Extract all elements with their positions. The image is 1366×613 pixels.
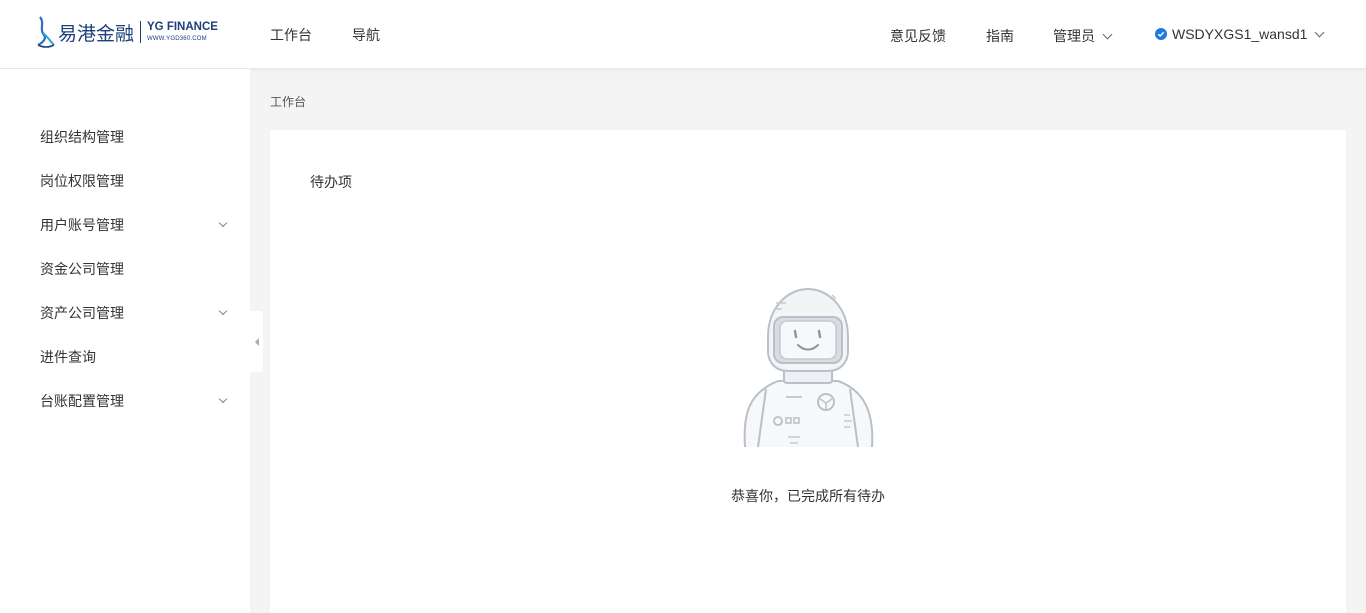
sidebar-item-label: 用户账号管理	[40, 218, 124, 234]
logo-chinese-text: 易港金融	[58, 22, 135, 45]
sidebar-collapse-button[interactable]	[250, 311, 263, 372]
logo-english: YG FINANCE WWW.YGD360.COM	[147, 22, 218, 42]
admin-label: 管理员	[1053, 29, 1095, 45]
logo-english-text: YG FINANCE	[147, 21, 218, 34]
chevron-down-icon	[218, 306, 228, 316]
verified-check-icon	[1155, 28, 1167, 40]
sidebar-item-label: 组织结构管理	[40, 130, 124, 146]
astronaut-empty-icon	[740, 285, 876, 451]
sidebar-item-label: 资金公司管理	[40, 262, 124, 278]
admin-dropdown[interactable]: 管理员	[1053, 26, 1113, 46]
todo-title: 待办项	[310, 175, 352, 191]
breadcrumb: 工作台	[270, 95, 307, 109]
nav-workbench[interactable]: 工作台	[270, 25, 312, 45]
todo-card: 待办项 恭喜你，已完成所有待办	[270, 130, 1346, 613]
chevron-down-icon	[1314, 27, 1325, 37]
logo-mark-icon	[36, 15, 56, 49]
sidebar-item-position-permissions[interactable]: 岗位权限管理	[0, 159, 250, 203]
sidebar: 组织结构管理 岗位权限管理 用户账号管理 资金公司管理 资产公司管理 进件查询 …	[0, 69, 250, 613]
logo-url-text: WWW.YGD360.COM	[147, 35, 207, 42]
sidebar-item-label: 岗位权限管理	[40, 174, 124, 190]
sidebar-item-fund-companies[interactable]: 资金公司管理	[0, 247, 250, 291]
sidebar-item-label: 台账配置管理	[40, 394, 124, 410]
top-header: 易港金融 YG FINANCE WWW.YGD360.COM 工作台 导航 意见…	[0, 0, 1366, 69]
username-label: WSDYXGS1_wansd1	[1172, 26, 1308, 42]
sidebar-item-ledger-config[interactable]: 台账配置管理	[0, 379, 250, 423]
chevron-down-icon	[218, 218, 228, 228]
caret-left-icon	[254, 337, 259, 346]
nav-navigation[interactable]: 导航	[352, 25, 380, 45]
sidebar-item-org-structure[interactable]: 组织结构管理	[0, 115, 250, 159]
sidebar-item-label: 进件查询	[40, 350, 96, 366]
sidebar-item-user-accounts[interactable]: 用户账号管理	[0, 203, 250, 247]
top-nav: 工作台 导航	[270, 0, 420, 69]
empty-state-message: 恭喜你，已完成所有待办	[731, 489, 885, 505]
sidebar-menu: 组织结构管理 岗位权限管理 用户账号管理 资金公司管理 资产公司管理 进件查询 …	[0, 115, 250, 423]
sidebar-item-asset-companies[interactable]: 资产公司管理	[0, 291, 250, 335]
sidebar-item-application-query[interactable]: 进件查询	[0, 335, 250, 379]
logo-divider	[140, 21, 142, 43]
user-dropdown[interactable]: WSDYXGS1_wansd1	[1155, 26, 1325, 42]
chevron-down-icon	[1102, 29, 1113, 39]
chevron-down-icon	[218, 394, 228, 404]
sidebar-item-label: 资产公司管理	[40, 306, 124, 322]
brand-logo[interactable]: 易港金融 YG FINANCE WWW.YGD360.COM	[36, 14, 218, 50]
guide-link[interactable]: 指南	[986, 26, 1014, 46]
feedback-link[interactable]: 意见反馈	[890, 26, 946, 46]
